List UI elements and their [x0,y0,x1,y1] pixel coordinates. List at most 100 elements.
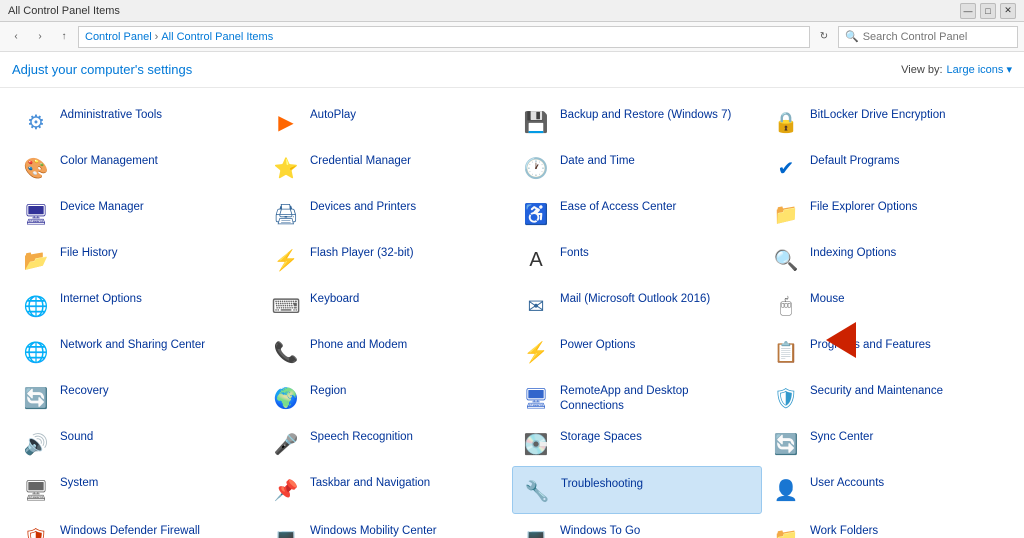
icon-security: 🛡 [770,382,802,414]
label-color-mgmt: Color Management [60,150,254,169]
label-keyboard: Keyboard [310,288,504,307]
icon-sound: 🔊 [20,428,52,460]
label-backup: Backup and Restore (Windows 7) [560,104,754,123]
close-button[interactable]: ✕ [1000,3,1016,19]
cp-item-win-defender[interactable]: 🛡Windows Defender Firewall [12,514,262,538]
address-bar: ‹ › ↑ Control Panel › All Control Panel … [0,22,1024,52]
cp-item-work-folders[interactable]: 📁 Work Folders [762,514,1012,538]
label-autoplay: AutoPlay [310,104,504,123]
label-mail: Mail (Microsoft Outlook 2016) [560,288,754,307]
cp-item-ease-access[interactable]: ♿Ease of Access Center [512,190,762,236]
icon-file-exp: 📁 [770,198,802,230]
label-win-defender: Windows Defender Firewall [60,520,254,538]
icon-credential: ⭐ [270,152,302,184]
cp-item-datetime[interactable]: 🕐Date and Time [512,144,762,190]
label-device-mgr: Device Manager [60,196,254,215]
main-content: ⚙Administrative Tools▶AutoPlay💾Backup an… [0,88,1024,538]
cp-item-taskbar[interactable]: 📌Taskbar and Navigation [262,466,512,514]
cp-item-network[interactable]: 🌐Network and Sharing Center [12,328,262,374]
up-button[interactable]: ↑ [54,27,74,47]
cp-item-power[interactable]: ⚡Power Options [512,328,762,374]
icon-programs: 📋 [770,336,802,368]
cp-item-trouble[interactable]: 🔧Troubleshooting [512,466,762,514]
icon-storage: 💽 [520,428,552,460]
label-inet-opt: Internet Options [60,288,254,307]
cp-item-fonts[interactable]: AFonts [512,236,762,282]
label-work-folders: Work Folders [810,520,1004,538]
cp-item-mouse[interactable]: 🖱Mouse [762,282,1012,328]
label-storage: Storage Spaces [560,426,754,445]
cp-item-system[interactable]: 🖥System [12,466,262,514]
cp-item-bitlocker[interactable]: 🔒 BitLocker Drive Encryption [762,98,1012,144]
items-grid: ⚙Administrative Tools▶AutoPlay💾Backup an… [12,98,1012,538]
label-user-acc: User Accounts [810,472,1004,491]
label-region: Region [310,380,504,399]
cp-item-security[interactable]: 🛡 Security and Maintenance [762,374,1012,420]
cp-item-phone[interactable]: 📞 Phone and Modem [262,328,512,374]
icon-taskbar: 📌 [270,474,302,506]
cp-item-speech[interactable]: 🎤 Speech Recognition [262,420,512,466]
path-control-panel[interactable]: Control Panel [85,31,152,43]
label-bitlocker: BitLocker Drive Encryption [810,104,1004,123]
cp-item-device-mgr[interactable]: 🖥Device Manager [12,190,262,236]
cp-item-default-prog[interactable]: ✔Default Programs [762,144,1012,190]
cp-item-indexing[interactable]: 🔍Indexing Options [762,236,1012,282]
cp-item-credential[interactable]: ⭐Credential Manager [262,144,512,190]
cp-item-programs[interactable]: 📋Programs and Features [762,328,1012,374]
maximize-button[interactable]: □ [980,3,996,19]
cp-item-recovery[interactable]: 🔄Recovery [12,374,262,420]
window-controls: — □ ✕ [960,3,1016,19]
cp-item-file-exp[interactable]: 📁File Explorer Options [762,190,1012,236]
icon-work-folders: 📁 [770,522,802,538]
label-power: Power Options [560,334,754,353]
window-title: All Control Panel Items [8,5,960,17]
red-arrow-indicator [826,322,856,358]
forward-button[interactable]: › [30,27,50,47]
icon-mail: ✉ [520,290,552,322]
label-win-go: Windows To Go [560,520,754,538]
cp-item-storage[interactable]: 💽 Storage Spaces [512,420,762,466]
cp-item-file-hist[interactable]: 📂File History [12,236,262,282]
cp-item-devices-print[interactable]: 🖨Devices and Printers [262,190,512,236]
cp-item-user-acc[interactable]: 👤User Accounts [762,466,1012,514]
label-ease-access: Ease of Access Center [560,196,754,215]
cp-item-region[interactable]: 🌍Region [262,374,512,420]
icon-win-mobility: 💻 [270,522,302,538]
cp-item-admin-tools[interactable]: ⚙Administrative Tools [12,98,262,144]
label-network: Network and Sharing Center [60,334,254,353]
cp-item-autoplay[interactable]: ▶AutoPlay [262,98,512,144]
cp-item-mail[interactable]: ✉ Mail (Microsoft Outlook 2016) [512,282,762,328]
icon-indexing: 🔍 [770,244,802,276]
view-by-section: View by: Large icons ▾ [901,63,1012,76]
cp-item-sound[interactable]: 🔊Sound [12,420,262,466]
cp-item-remote[interactable]: 🖥RemoteApp and Desktop Connections [512,374,762,420]
icon-phone: 📞 [270,336,302,368]
minimize-button[interactable]: — [960,3,976,19]
path-all-items[interactable]: All Control Panel Items [161,31,273,43]
cp-item-win-mobility[interactable]: 💻Windows Mobility Center [262,514,512,538]
label-security: Security and Maintenance [810,380,1004,399]
cp-item-backup[interactable]: 💾Backup and Restore (Windows 7) [512,98,762,144]
icon-sync: 🔄 [770,428,802,460]
label-phone: Phone and Modem [310,334,504,353]
label-speech: Speech Recognition [310,426,504,445]
label-default-prog: Default Programs [810,150,1004,169]
back-button[interactable]: ‹ [6,27,26,47]
cp-item-keyboard[interactable]: ⌨ Keyboard [262,282,512,328]
cp-item-flash[interactable]: ⚡Flash Player (32-bit) [262,236,512,282]
search-box[interactable]: 🔍 [838,26,1018,48]
address-path[interactable]: Control Panel › All Control Panel Items [78,26,810,48]
icon-keyboard: ⌨ [270,290,302,322]
header-bar: Adjust your computer's settings View by:… [0,52,1024,88]
refresh-button[interactable]: ↻ [814,27,834,47]
view-by-link[interactable]: Large icons ▾ [947,63,1012,76]
cp-item-inet-opt[interactable]: 🌐Internet Options [12,282,262,328]
cp-item-color-mgmt[interactable]: 🎨Color Management [12,144,262,190]
icon-speech: 🎤 [270,428,302,460]
icon-bitlocker: 🔒 [770,106,802,138]
icon-datetime: 🕐 [520,152,552,184]
icon-flash: ⚡ [270,244,302,276]
cp-item-sync[interactable]: 🔄Sync Center [762,420,1012,466]
search-input[interactable] [863,31,1011,43]
cp-item-win-go[interactable]: 💻Windows To Go [512,514,762,538]
